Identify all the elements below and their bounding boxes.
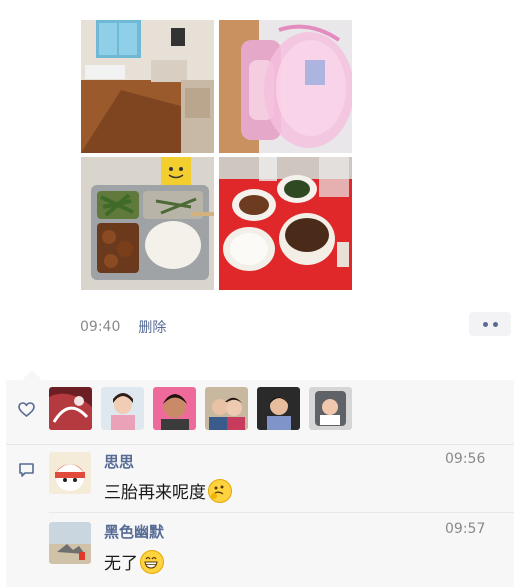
delete-link[interactable]: 删除 [138,317,166,337]
commenter-avatar[interactable] [49,452,91,494]
comment-author[interactable]: 思思 [104,451,134,472]
post-meta-row: 09:40 删除 [80,316,166,338]
more-options-button[interactable] [469,312,511,336]
comment-divider [49,512,514,513]
heart-icon [18,402,35,421]
liker-avatar[interactable] [257,387,300,430]
hospital-room-photo[interactable] [81,20,214,153]
meal-tray-photo[interactable] [81,157,214,290]
comment-time: 09:56 [445,451,486,467]
comment-icon [18,462,35,482]
more-dot-icon [492,321,498,327]
panel-divider [6,444,514,445]
commenter-avatar[interactable] [49,522,91,564]
baby-bath-photo[interactable] [219,20,352,153]
comment-author[interactable]: 黑色幽默 [104,521,164,542]
comment-body: 无了 [104,554,138,574]
liker-avatar[interactable] [153,387,196,430]
post-time: 09:40 [80,319,121,335]
comment-body: 三胎再来呢度 [104,483,206,503]
likers-row [49,387,352,430]
liker-avatar[interactable] [205,387,248,430]
comment-text: 三胎再来呢度 [104,478,232,503]
comment-text: 无了 [104,549,164,574]
grinning-emoji-icon [140,549,164,574]
liker-avatar[interactable] [49,387,92,430]
soup-tray-photo[interactable] [219,157,352,290]
comment-time: 09:57 [445,521,486,537]
liker-avatar[interactable] [101,387,144,430]
panel-pointer [22,370,42,380]
more-dot-icon [482,321,488,327]
liker-avatar[interactable] [309,387,352,430]
thinking-emoji-icon [208,478,232,503]
caption-text-cut [80,0,370,6]
